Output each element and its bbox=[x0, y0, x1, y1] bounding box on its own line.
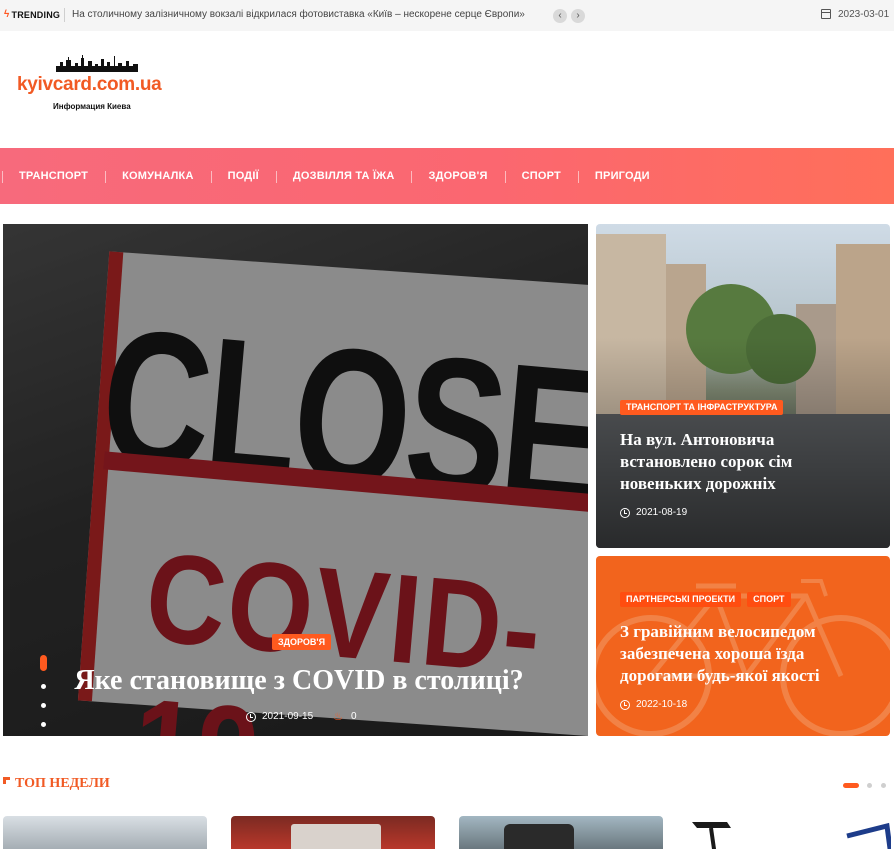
hero-date: 2021-09-15 bbox=[262, 711, 314, 722]
nav-item-transport[interactable]: ТРАНСПОРТ bbox=[2, 170, 105, 183]
hero-views: 0 bbox=[351, 711, 357, 722]
hero-title-link[interactable]: Яке становище з COVID в столиці? bbox=[3, 665, 588, 697]
featured-card[interactable]: ТРАНСПОРТ ТА ІНФРАСТРУКТУРА На вул. Анто… bbox=[596, 224, 890, 548]
site-logo[interactable]: kyivcard.com.ua Информация Киева bbox=[16, 54, 176, 116]
clock-icon bbox=[246, 711, 256, 722]
post-thumbnail[interactable] bbox=[459, 816, 663, 849]
trending-headline-link[interactable]: На столичному залізничному вокзалі відкр… bbox=[72, 9, 552, 20]
logo-subtitle: Информация Киева bbox=[53, 102, 131, 111]
trending-label-text: TRENDING bbox=[11, 9, 61, 20]
category-badge[interactable]: СПОРТ bbox=[747, 592, 791, 607]
featured-card[interactable]: ПАРТНЕРСЬКІ ПРОЕКТИ СПОРТ З гравійним ве… bbox=[596, 556, 890, 736]
divider bbox=[64, 8, 65, 22]
post-thumbnail[interactable] bbox=[231, 816, 435, 849]
nav-item-leisure-food[interactable]: ДОЗВІЛЛЯ ТА ЇЖА bbox=[275, 170, 412, 183]
trending-prev-button[interactable]: ‹ bbox=[553, 9, 567, 23]
bolt-icon: ϟ bbox=[4, 9, 10, 20]
slider-dot-4[interactable] bbox=[41, 722, 46, 727]
slider-dot-2[interactable] bbox=[41, 684, 46, 689]
trending-label: ϟ TRENDING bbox=[4, 9, 60, 20]
post-thumbnail[interactable] bbox=[3, 816, 207, 849]
image-overlay bbox=[3, 224, 588, 736]
clock-icon bbox=[620, 699, 630, 710]
section-dot-2[interactable] bbox=[867, 783, 872, 788]
nav-item-sport[interactable]: СПОРТ bbox=[504, 170, 578, 183]
main-nav: ТРАНСПОРТ КОМУНАЛКА ПОДІЇ ДОЗВІЛЛЯ ТА ЇЖ… bbox=[0, 148, 894, 204]
card-meta: 2022-10-18 bbox=[620, 699, 687, 710]
slider-dot-1[interactable] bbox=[40, 655, 47, 671]
nav-item-utilities[interactable]: КОМУНАЛКА bbox=[105, 170, 210, 183]
nav-item-health[interactable]: ЗДОРОВ'Я bbox=[411, 170, 504, 183]
nav-item-adventures[interactable]: ПРИГОДИ bbox=[577, 170, 667, 183]
top-bar: ϟ TRENDING На столичному залізничному во… bbox=[0, 0, 894, 31]
calendar-icon bbox=[821, 9, 831, 19]
card-date: 2021-08-19 bbox=[636, 507, 688, 518]
section-title-text: ТОП НЕДЕЛИ bbox=[15, 776, 110, 791]
section-dot-3[interactable] bbox=[881, 783, 886, 788]
trending-next-button[interactable]: › bbox=[571, 9, 585, 23]
category-badge[interactable]: ЗДОРОВ'Я bbox=[272, 634, 332, 650]
hero-meta: 2021-09-15 ♨ 0 bbox=[246, 710, 357, 723]
bicycle-image bbox=[692, 822, 891, 849]
card-meta: 2021-08-19 bbox=[620, 507, 687, 518]
chevron-right-icon: › bbox=[576, 10, 580, 21]
chevron-left-icon: ‹ bbox=[558, 10, 562, 21]
current-date: 2023-03-01 bbox=[838, 9, 890, 20]
flame-icon: ♨ bbox=[333, 711, 344, 723]
category-badge[interactable]: ПАРТНЕРСЬКІ ПРОЕКТИ bbox=[620, 592, 742, 607]
section-title: ТОП НЕДЕЛИ bbox=[3, 776, 110, 792]
card-date: 2022-10-18 bbox=[636, 699, 688, 710]
logo-text: kyivcard.com.ua bbox=[17, 74, 162, 95]
skyline-logo-graphic bbox=[56, 55, 138, 72]
clock-icon bbox=[620, 507, 630, 518]
card-categories: ПАРТНЕРСЬКІ ПРОЕКТИ СПОРТ bbox=[620, 592, 791, 607]
card-title-link[interactable]: З гравійним велосипедом забезпечена хоро… bbox=[620, 621, 870, 687]
category-badge[interactable]: ТРАНСПОРТ ТА ІНФРАСТРУКТУРА bbox=[620, 400, 784, 415]
nav-item-events[interactable]: ПОДІЇ bbox=[210, 170, 276, 183]
post-thumbnail[interactable] bbox=[687, 816, 891, 849]
card-title-link[interactable]: На вул. Антоновича встановлено сорок сім… bbox=[620, 429, 870, 495]
hero-slide[interactable]: CLOSED COVID-19 ЗДОРОВ'Я Яке становище з… bbox=[3, 224, 588, 736]
card-categories: ТРАНСПОРТ ТА ІНФРАСТРУКТУРА bbox=[620, 400, 784, 415]
section-dot-1[interactable] bbox=[843, 783, 859, 788]
corner-accent-icon bbox=[3, 777, 10, 784]
slider-dot-3[interactable] bbox=[41, 703, 46, 708]
